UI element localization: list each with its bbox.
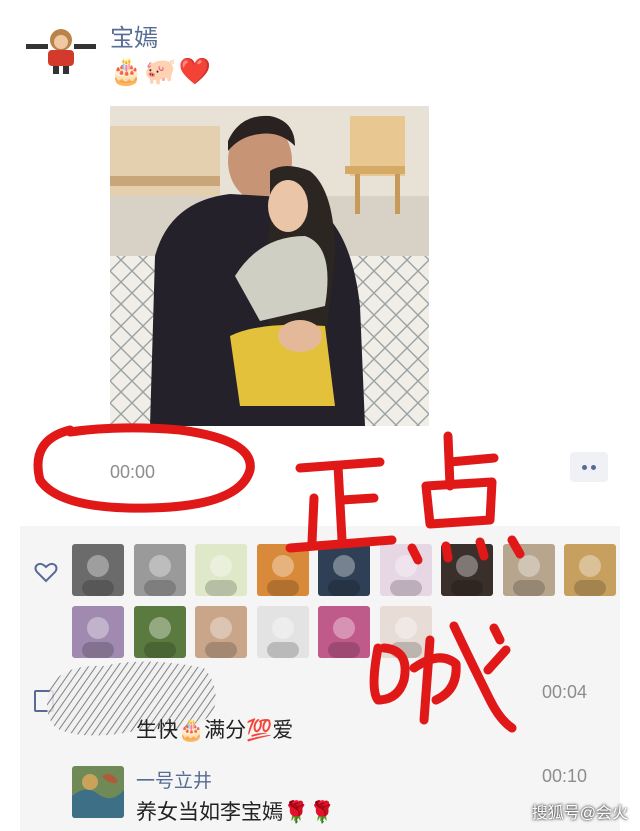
liker-avatar[interactable] bbox=[72, 606, 124, 658]
dot-icon bbox=[591, 464, 596, 470]
post-text: 🎂🐖❤️ bbox=[110, 56, 214, 86]
post-photo[interactable] bbox=[110, 106, 429, 426]
liker-avatar[interactable] bbox=[256, 606, 309, 658]
liker-avatar[interactable] bbox=[195, 544, 247, 596]
liker-avatar[interactable] bbox=[318, 606, 370, 658]
liker-avatar[interactable] bbox=[256, 544, 309, 596]
comment-text: 生快🎂满分💯爱 bbox=[136, 719, 294, 742]
comment-text: 养女当如李宝嫣🌹🌹 bbox=[136, 801, 336, 824]
more-options-button[interactable] bbox=[570, 452, 608, 482]
liker-avatar[interactable] bbox=[195, 606, 247, 658]
liker-avatar[interactable] bbox=[72, 544, 124, 596]
liker-avatar[interactable] bbox=[133, 606, 186, 658]
liker-avatar[interactable] bbox=[379, 544, 432, 596]
commenter-name[interactable]: 一号立井 bbox=[136, 766, 212, 793]
liker-avatar[interactable] bbox=[133, 544, 186, 596]
post-author-name[interactable]: 宝嫣 bbox=[110, 18, 158, 53]
comment-time: 00:10 bbox=[542, 766, 588, 786]
comment-time: 00:04 bbox=[542, 682, 588, 702]
watermark-text: 搜狐号@会火 bbox=[531, 805, 628, 822]
liker-avatar[interactable] bbox=[564, 544, 616, 596]
liker-avatar[interactable] bbox=[379, 606, 432, 658]
liker-avatar[interactable] bbox=[318, 544, 370, 596]
avatar[interactable] bbox=[26, 26, 96, 74]
liker-avatar[interactable] bbox=[502, 544, 555, 596]
commenter-avatar[interactable] bbox=[72, 766, 124, 818]
heart-outline-icon bbox=[34, 561, 58, 583]
post-time: 00:00 bbox=[110, 462, 156, 482]
dot-icon bbox=[582, 464, 587, 470]
liker-avatar[interactable] bbox=[441, 544, 493, 596]
